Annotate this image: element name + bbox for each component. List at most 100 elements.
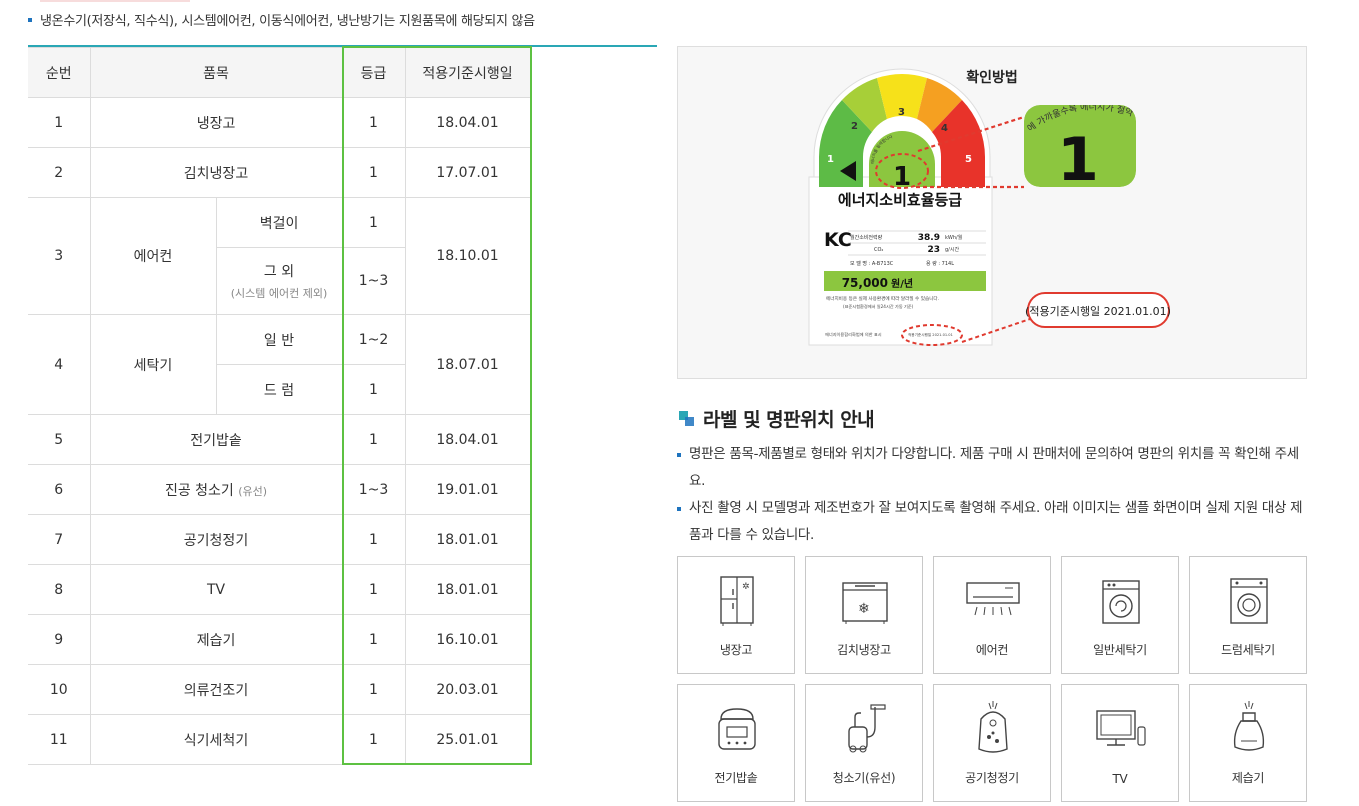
product-card-refrigerator[interactable]: ✲ 냉장고 <box>677 556 795 674</box>
label-row1-unit: kWh/월 <box>945 234 963 241</box>
tv-icon <box>1096 710 1146 746</box>
drum-washer-icon <box>1230 578 1268 624</box>
label-row2-value: 23 <box>927 245 940 255</box>
row-item-note: (유선) <box>238 484 268 498</box>
product-label: 제습기 <box>1231 771 1265 785</box>
product-card-kimchi-refrigerator[interactable]: ❄ 김치냉장고 <box>805 556 923 674</box>
row-subitem: 벽걸이 <box>215 197 343 248</box>
row-grade: 1 <box>341 197 406 248</box>
gauge-num-4: 4 <box>941 123 948 134</box>
table-row: 4 세탁기 일 반 1~2 18.07.01 <box>28 314 531 415</box>
row-grade: 1 <box>341 714 406 765</box>
label-heading: 에너지소비효율등급 <box>838 191 962 209</box>
row-item: 에어컨 <box>89 197 217 315</box>
row-no: 10 <box>28 664 91 715</box>
row-grade: 1 <box>341 414 406 465</box>
label-location-notes: 명판은 품목-제품별로 형태와 위치가 다양합니다. 제품 구매 시 판매처에 … <box>677 441 1307 549</box>
product-label: 냉장고 <box>719 643 753 657</box>
confirm-method-panel: 확인방법 1 2 3 4 5 에너지를 절약합니다 1 에너지소비효율등급 KC… <box>677 46 1307 379</box>
product-card-tv[interactable]: TV <box>1061 684 1179 802</box>
row-no: 3 <box>28 197 91 315</box>
product-label: 일반세탁기 <box>1093 643 1147 657</box>
table-row: 11 식기세척기 1 25.01.01 <box>28 714 531 765</box>
product-card-rice-cooker[interactable]: 전기밥솥 <box>677 684 795 802</box>
product-card-air-purifier[interactable]: 공기청정기 <box>933 684 1051 802</box>
gauge-grade: 1 <box>893 162 911 192</box>
label-footer-date: 적용기준시행일 2021.01.01 <box>908 332 953 337</box>
label-cost-unit: 원/년 <box>891 277 913 290</box>
label-location-heading: 라벨 및 명판위치 안내 <box>679 405 875 432</box>
row-date: 18.10.01 <box>404 197 531 315</box>
row-item: 진공 청소기 (유선) <box>89 464 343 515</box>
row-date: 18.07.01 <box>404 314 531 415</box>
row-no: 2 <box>28 147 91 198</box>
eligible-items-table: 순번 품목 등급 적용기준시행일 1 냉장고 1 18.04.01 2 김치냉장… <box>28 47 531 765</box>
header-item: 품목 <box>89 47 343 98</box>
label-cost: 75,000 <box>842 276 888 290</box>
row-no: 8 <box>28 564 91 615</box>
row-item-label: 진공 청소기 <box>164 482 234 499</box>
header-no: 순번 <box>28 47 91 98</box>
air-purifier-icon <box>978 701 1008 753</box>
svg-text:❄: ❄ <box>858 601 870 617</box>
top-load-washer-icon <box>1102 580 1140 624</box>
row-subitem-label: 그 외 <box>263 264 295 280</box>
row-grade: 1 <box>341 614 406 665</box>
product-label: TV <box>1112 772 1128 786</box>
table-row: 2 김치냉장고 1 17.07.01 <box>28 147 531 198</box>
table-row: 7 공기청정기 1 18.01.01 <box>28 514 531 565</box>
vacuum-cleaner-icon <box>848 704 886 753</box>
refrigerator-icon: ✲ <box>720 576 754 626</box>
gauge-num-5: 5 <box>965 154 972 165</box>
air-conditioner-icon <box>966 582 1020 616</box>
table-row: 6 진공 청소기 (유선) 1~3 19.01.01 <box>28 464 531 515</box>
row-date: 18.04.01 <box>404 97 531 148</box>
label-row2-label: CO₂ <box>874 247 883 253</box>
table-row: 8 TV 1 18.01.01 <box>28 564 531 615</box>
date-callout-text: (적용기준시행일 2021.01.01) <box>1025 304 1171 318</box>
label-row1-value: 38.9 <box>918 233 940 243</box>
label-capacity: 용 량 : 714L <box>926 260 954 267</box>
table-row: 5 전기밥솥 1 18.04.01 <box>28 414 531 465</box>
row-grade: 1~3 <box>341 464 406 515</box>
label-row1-label: 월간소비전력량 <box>850 234 883 241</box>
row-grade: 1 <box>341 364 406 415</box>
product-card-top-load-washer[interactable]: 일반세탁기 <box>1061 556 1179 674</box>
row-date: 20.03.01 <box>404 664 531 715</box>
svg-text:✲: ✲ <box>742 582 750 592</box>
rice-cooker-icon <box>718 708 756 750</box>
exclusion-note-text: 냉온수기(저장식, 직수식), 시스템에어컨, 이동식에어컨, 냉난방기는 지원… <box>40 14 535 29</box>
row-item: 식기세척기 <box>89 714 343 765</box>
product-card-vacuum-cleaner[interactable]: 청소기(유선) <box>805 684 923 802</box>
section-square-icon <box>679 411 695 427</box>
energy-label-illustration: 1 2 3 4 5 에너지를 절약합니다 1 에너지소비효율등급 KC 월간소비… <box>808 68 1171 346</box>
label-model: 모 델 명 : A-B713C <box>850 260 894 267</box>
row-grade: 1~2 <box>341 314 406 365</box>
row-no: 9 <box>28 614 91 665</box>
row-subitem: 일 반 <box>215 314 343 365</box>
section-title-text: 라벨 및 명판위치 안내 <box>703 409 875 431</box>
row-date: 18.01.01 <box>404 514 531 565</box>
product-card-drum-washer[interactable]: 드럼세탁기 <box>1189 556 1307 674</box>
gauge-num-3: 3 <box>898 107 905 118</box>
row-item: 세탁기 <box>89 314 217 415</box>
row-item: 공기청정기 <box>89 514 343 565</box>
label-footer: 에너지이용합리화법에 의한 표시 <box>825 331 882 338</box>
exclusion-note: 냉온수기(저장식, 직수식), 시스템에어컨, 이동식에어컨, 냉난방기는 지원… <box>28 10 535 29</box>
row-grade: 1~3 <box>341 247 406 315</box>
product-label: 김치냉장고 <box>837 643 891 657</box>
product-label: 청소기(유선) <box>832 771 896 785</box>
label-fine1: 에너지비용 등은 실제 사용환경에 따라 달라질 수 있습니다. <box>826 295 939 302</box>
row-item: 의류건조기 <box>89 664 343 715</box>
row-no: 5 <box>28 414 91 465</box>
table-row: 1 냉장고 1 18.04.01 <box>28 97 531 148</box>
bullet-icon <box>28 17 32 22</box>
kimchi-refrigerator-icon: ❄ <box>842 582 888 624</box>
label-fine2: (표준시험환경에서 일24시간 가동 기준) <box>843 303 914 310</box>
row-item: 제습기 <box>89 614 343 665</box>
row-grade: 1 <box>341 514 406 565</box>
product-card-dehumidifier[interactable]: 제습기 <box>1189 684 1307 802</box>
row-no: 6 <box>28 464 91 515</box>
product-card-air-conditioner[interactable]: 에어컨 <box>933 556 1051 674</box>
table-row: 9 제습기 1 16.10.01 <box>28 614 531 665</box>
